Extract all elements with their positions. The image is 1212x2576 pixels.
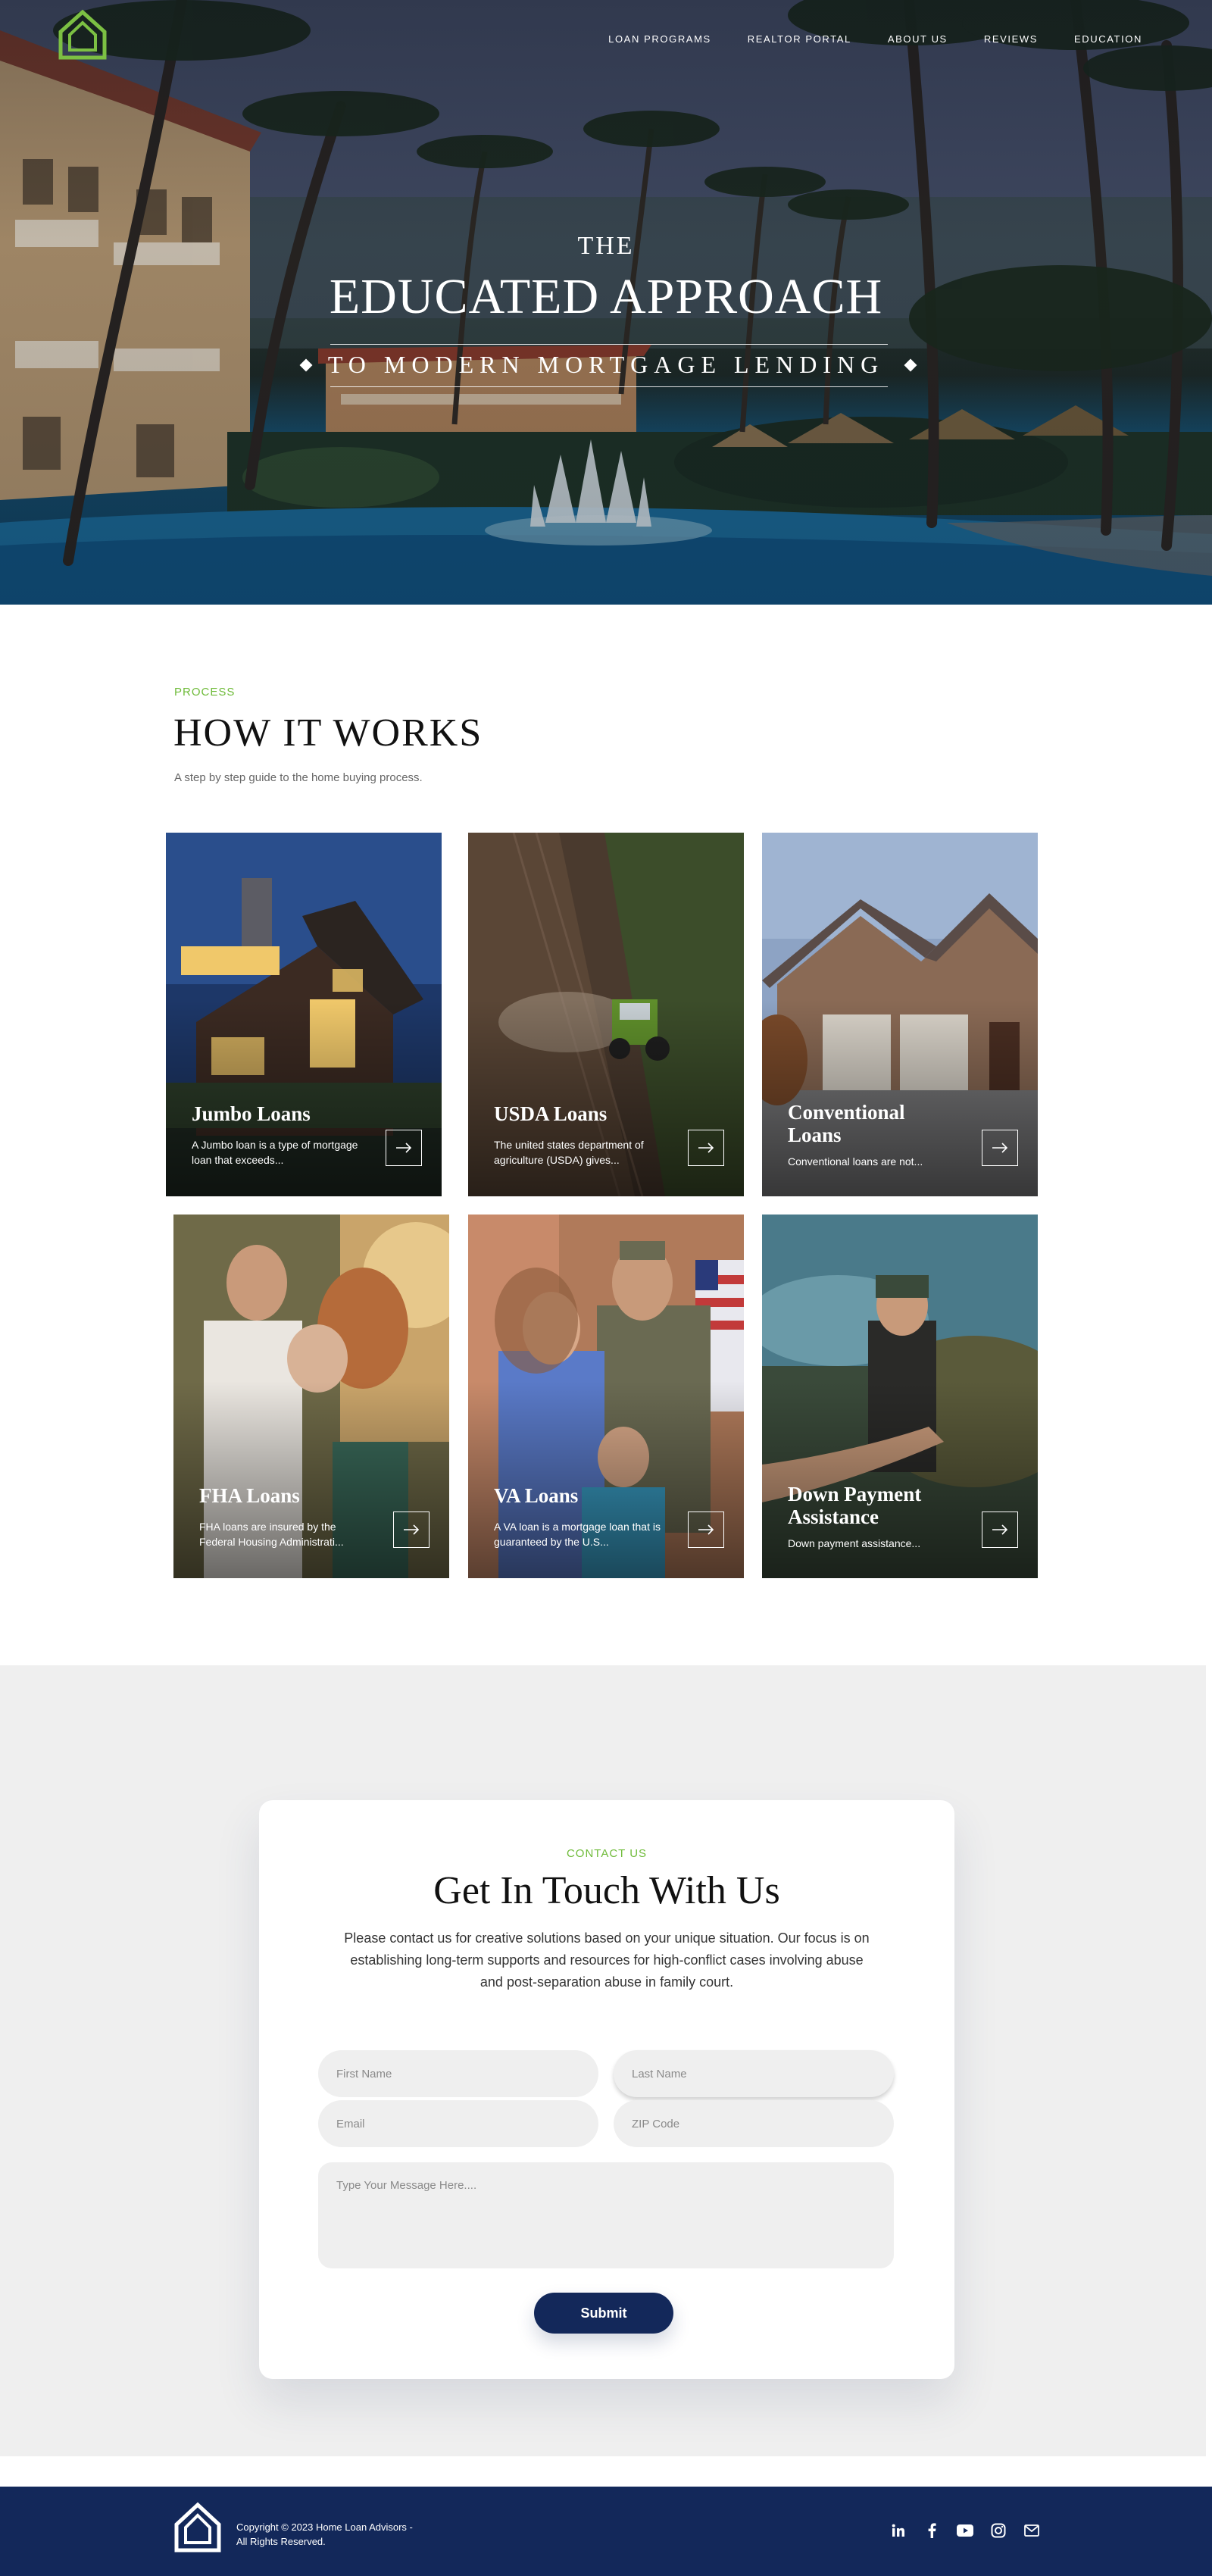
loan-card-usda[interactable]: USDA Loans The united states department … [468, 833, 744, 1196]
footer-home-logo-icon[interactable] [173, 2502, 222, 2553]
loan-card-fha[interactable]: FHA Loans FHA loans are insured by the F… [173, 1215, 449, 1578]
process-description: A step by step guide to the home buying … [174, 771, 423, 784]
email-icon[interactable] [1023, 2521, 1041, 2540]
home-logo-icon[interactable] [58, 9, 108, 61]
loan-card-conventional[interactable]: Conventional Loans Conventional loans ar… [762, 833, 1038, 1196]
card-description: A VA loan is a mortgage loan that is gua… [494, 1521, 661, 1548]
subtitle-rule-top [330, 344, 888, 345]
zip-code-field[interactable] [614, 2100, 894, 2147]
card-description: Conventional loans are not... [788, 1155, 923, 1168]
copyright-line-1: Copyright © 2023 Home Loan Advisors - [236, 2521, 413, 2533]
contact-form-card: CONTACT US Get In Touch With Us Please c… [259, 1800, 954, 2379]
hero-subtitle: TO MODERN MORTGAGE LENDING [327, 351, 885, 378]
contact-eyebrow: CONTACT US [566, 1847, 648, 1860]
card-description: The united states department of agricult… [494, 1139, 644, 1166]
card-title: VA Loans [494, 1484, 579, 1507]
hero-pretitle: THE [577, 232, 635, 260]
submit-button[interactable]: Submit [534, 2293, 673, 2334]
loan-card-va[interactable]: VA Loans A VA loan is a mortgage loan th… [468, 1215, 744, 1578]
card-title: Down Payment Assistance [788, 1483, 922, 1528]
process-title: HOW IT WORKS [173, 711, 483, 755]
first-name-field[interactable] [318, 2050, 598, 2097]
copyright-text: Copyright © 2023 Home Loan Advisors - Al… [236, 2520, 413, 2549]
loan-card-jumbo[interactable]: Jumbo Loans A Jumbo loan is a type of mo… [166, 833, 442, 1196]
card-title: Conventional Loans [788, 1101, 905, 1146]
nav-loan-programs[interactable]: LOAN PROGRAMS [608, 33, 711, 45]
hero-banner: LOAN PROGRAMS REALTOR PORTAL ABOUT US RE… [0, 0, 1212, 605]
arrow-right-icon[interactable] [982, 1512, 1018, 1548]
email-field[interactable] [318, 2100, 598, 2147]
message-field[interactable] [318, 2162, 894, 2268]
card-title: FHA Loans [199, 1484, 300, 1507]
contact-title: Get In Touch With Us [433, 1869, 780, 1912]
copyright-line-2: All Rights Reserved. [236, 2536, 326, 2547]
arrow-right-icon[interactable] [982, 1130, 1018, 1166]
process-eyebrow: PROCESS [174, 686, 236, 699]
nav-education[interactable]: EDUCATION [1074, 33, 1142, 45]
last-name-field[interactable] [614, 2050, 894, 2097]
loan-card-down-payment[interactable]: Down Payment Assistance Down payment ass… [762, 1215, 1038, 1578]
card-description: Down payment assistance... [788, 1537, 921, 1549]
arrow-right-icon[interactable] [393, 1512, 430, 1548]
arrow-right-icon[interactable] [386, 1130, 422, 1166]
contact-description: Please contact us for creative solutions… [344, 1930, 870, 1990]
social-links [889, 2521, 1041, 2540]
youtube-icon[interactable] [956, 2521, 974, 2540]
subtitle-rule-bottom [330, 386, 888, 387]
nav-about-us[interactable]: ABOUT US [888, 33, 948, 45]
hero-title: EDUCATED APPROACH [329, 269, 883, 324]
nav-realtor-portal[interactable]: REALTOR PORTAL [748, 33, 851, 45]
card-title: Jumbo Loans [192, 1102, 311, 1125]
instagram-icon[interactable] [989, 2521, 1007, 2540]
linkedin-icon[interactable] [889, 2521, 907, 2540]
card-description: A Jumbo loan is a type of mortgage loan … [192, 1139, 358, 1166]
nav-reviews[interactable]: REVIEWS [984, 33, 1038, 45]
card-description: FHA loans are insured by the Federal Hou… [199, 1521, 344, 1548]
main-nav: LOAN PROGRAMS REALTOR PORTAL ABOUT US RE… [608, 33, 1142, 45]
facebook-icon[interactable] [923, 2521, 941, 2540]
site-footer: Copyright © 2023 Home Loan Advisors - Al… [0, 2487, 1212, 2576]
arrow-right-icon[interactable] [688, 1512, 724, 1548]
arrow-right-icon[interactable] [688, 1130, 724, 1166]
card-title: USDA Loans [494, 1102, 608, 1125]
